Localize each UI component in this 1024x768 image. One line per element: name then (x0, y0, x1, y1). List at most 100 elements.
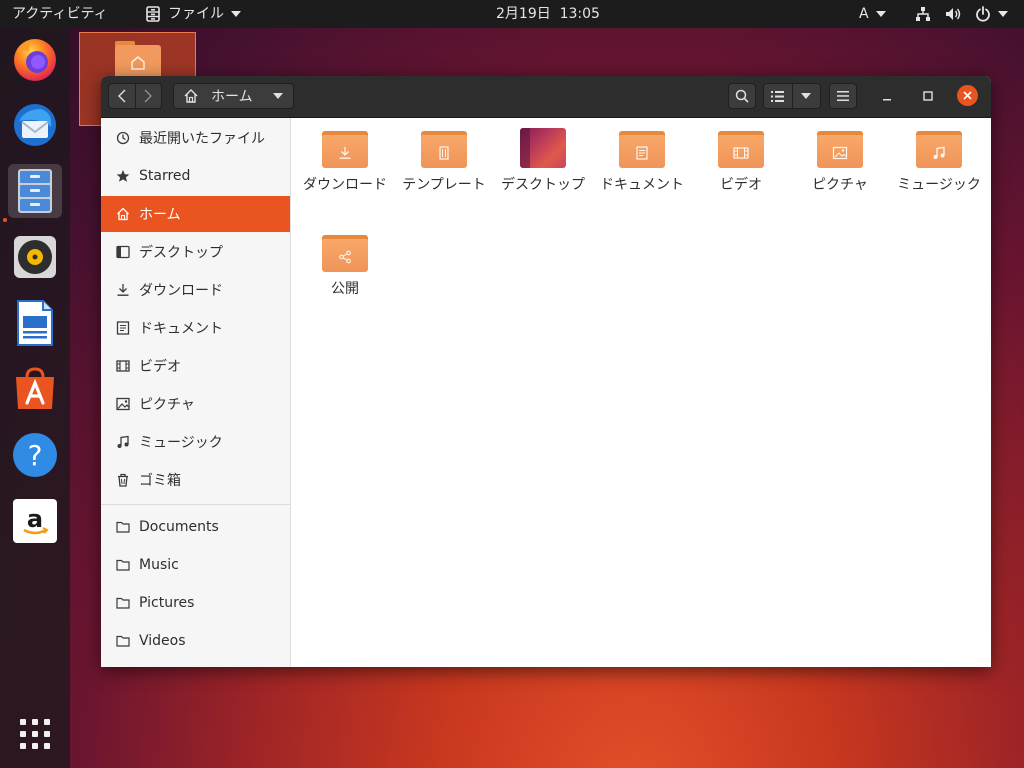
files-window: ホーム 最近開いたファイル Starred ホーム デスクトップ ダウンロード … (101, 76, 991, 667)
sidebar-item-desktop[interactable]: デスクトップ (101, 234, 290, 270)
sidebar-item-bookmark-documents[interactable]: Documents (101, 509, 290, 545)
rhythmbox-icon (13, 235, 57, 279)
file-item-documents[interactable]: ドキュメント (596, 120, 688, 196)
trash-icon (116, 473, 130, 487)
app-menu-button[interactable]: ファイル (146, 0, 241, 28)
sidebar-item-music[interactable]: ミュージック (101, 424, 290, 460)
running-indicator (3, 218, 7, 222)
file-item-public[interactable]: 公開 (299, 224, 391, 300)
home-icon (116, 207, 130, 221)
files-app-icon (146, 6, 160, 22)
list-view-button[interactable] (764, 84, 793, 108)
sidebar-divider (101, 504, 290, 505)
view-options-button[interactable] (793, 84, 821, 108)
view-toggle (763, 83, 821, 109)
desktop-icon (116, 245, 130, 259)
sidebar-item-bookmark-pictures[interactable]: Pictures (101, 585, 290, 621)
video-icon (116, 359, 130, 373)
picture-icon (116, 397, 130, 411)
dock-amazon[interactable]: a (8, 494, 62, 548)
menu-button[interactable] (829, 83, 857, 109)
chevron-left-icon (117, 89, 126, 103)
input-method-label: A (859, 6, 869, 22)
file-item-label: ミュージック (897, 177, 981, 193)
dock: ? a (0, 28, 70, 768)
sidebar-item-label: ビデオ (139, 359, 181, 375)
chevron-down-icon (272, 93, 283, 99)
forward-button[interactable] (136, 84, 162, 108)
sidebar-item-label: Videos (139, 633, 186, 649)
sidebar-item-bookmark-videos[interactable]: Videos (101, 623, 290, 659)
location-button[interactable]: ホーム (173, 83, 294, 109)
dock-files[interactable] (8, 164, 62, 218)
sidebar-item-bookmark-music[interactable]: Music (101, 547, 290, 583)
file-item-music[interactable]: ミュージック (893, 120, 985, 196)
file-item-templates[interactable]: テンプレート (398, 120, 490, 196)
close-icon (963, 91, 972, 100)
chevron-down-icon (998, 11, 1008, 17)
desktop-folder-icon (520, 128, 566, 168)
minimize-button[interactable] (877, 83, 897, 109)
music-icon (116, 435, 130, 449)
dock-rhythmbox[interactable] (8, 230, 62, 284)
input-method-indicator[interactable]: A (859, 0, 886, 28)
amazon-icon: a (13, 499, 57, 543)
file-item-videos[interactable]: ビデオ (695, 120, 787, 196)
sidebar-item-videos[interactable]: ビデオ (101, 348, 290, 384)
dock-libreoffice-writer[interactable] (8, 296, 62, 350)
home-icon (183, 88, 199, 104)
power-icon (975, 6, 991, 22)
maximize-icon (923, 91, 933, 101)
sidebar-item-documents[interactable]: ドキュメント (101, 310, 290, 346)
app-grid-icon (19, 718, 51, 750)
sidebar-item-label: Music (139, 557, 179, 573)
dock-firefox[interactable] (8, 32, 62, 86)
file-item-label: ダウンロード (303, 177, 387, 193)
sidebar-item-home[interactable]: ホーム (101, 196, 290, 232)
chevron-down-icon (875, 11, 886, 17)
system-menu[interactable] (915, 0, 1008, 28)
music-folder-icon (916, 128, 962, 168)
sidebar-item-pictures[interactable]: ピクチャ (101, 386, 290, 422)
file-item-desktop[interactable]: デスクトップ (497, 120, 589, 196)
activities-button[interactable]: アクティビティ (12, 0, 108, 28)
folder-icon (116, 596, 130, 610)
sidebar-item-label: ゴミ箱 (139, 473, 181, 489)
header-bar: ホーム (101, 76, 991, 118)
file-item-label: ドキュメント (600, 177, 684, 193)
dock-help[interactable]: ? (8, 428, 62, 482)
search-button[interactable] (728, 83, 756, 109)
chevron-right-icon (144, 89, 153, 103)
help-icon: ? (12, 432, 58, 478)
sidebar-item-label: ダウンロード (139, 283, 223, 299)
sidebar-item-recent[interactable]: 最近開いたファイル (101, 120, 290, 156)
chevron-down-icon (231, 11, 241, 17)
sidebar-item-label: ミュージック (139, 435, 223, 451)
ubuntu-software-icon (12, 367, 58, 411)
volume-icon (945, 6, 961, 22)
sidebar-item-label: Documents (139, 519, 219, 535)
file-grid: ダウンロード テンプレート デスクトップ ドキュメント ビデオ ピクチャ ミュー… (291, 118, 991, 667)
back-button[interactable] (109, 84, 136, 108)
maximize-button[interactable] (918, 83, 938, 109)
file-item-pictures[interactable]: ピクチャ (794, 120, 886, 196)
dock-ubuntu-software[interactable] (8, 362, 62, 416)
location-label: ホーム (211, 89, 253, 105)
sidebar: 最近開いたファイル Starred ホーム デスクトップ ダウンロード ドキュメ… (101, 118, 291, 667)
sidebar-item-downloads[interactable]: ダウンロード (101, 272, 290, 308)
sidebar-item-label: ドキュメント (139, 321, 223, 337)
minimize-icon (882, 91, 892, 101)
dock-thunderbird[interactable] (8, 98, 62, 152)
recent-icon (116, 131, 130, 145)
sidebar-item-starred[interactable]: Starred (101, 158, 290, 194)
sidebar-item-label: Pictures (139, 595, 195, 611)
sidebar-item-trash[interactable]: ゴミ箱 (101, 462, 290, 498)
clock-label: 2月19日 13:05 (496, 6, 600, 22)
show-applications-button[interactable] (8, 707, 62, 761)
close-button[interactable] (957, 85, 978, 106)
folder-icon (116, 634, 130, 648)
svg-text:a: a (27, 505, 43, 533)
clock[interactable]: 2月19日 13:05 (496, 0, 600, 28)
videos-folder-icon (718, 128, 764, 168)
file-item-downloads[interactable]: ダウンロード (299, 120, 391, 196)
